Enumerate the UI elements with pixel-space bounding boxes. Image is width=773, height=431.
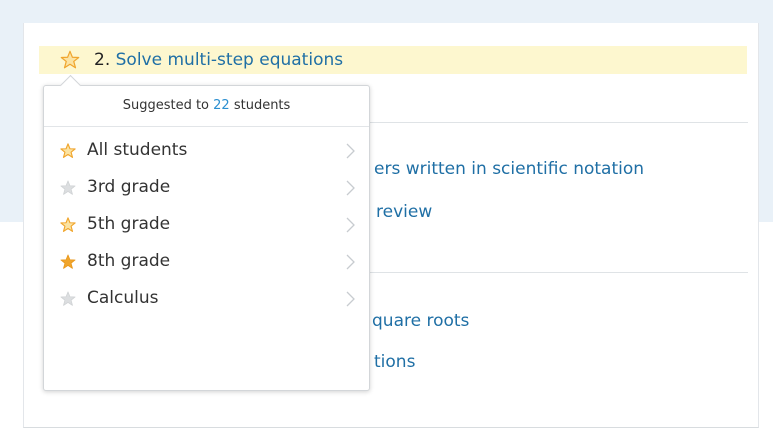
chevron-right-icon	[345, 291, 355, 307]
grade-item-calculus[interactable]: Calculus	[44, 280, 369, 317]
skill-link-partial[interactable]: ers written in scientific notation	[374, 159, 644, 179]
grade-item-label: Calculus	[87, 288, 159, 308]
chevron-right-icon	[345, 254, 355, 270]
grade-item-all-students[interactable]: All students	[44, 132, 369, 169]
suggested-suffix: students	[233, 98, 291, 113]
grade-item-label: All students	[87, 140, 188, 160]
grade-item-label: 8th grade	[87, 251, 171, 271]
grade-item-label: 3rd grade	[87, 177, 171, 197]
grade-item-3rd-grade[interactable]: 3rd grade	[44, 169, 369, 206]
section-divider	[370, 272, 748, 273]
suggest-popover: Suggested to 22 students All students 3r…	[43, 74, 370, 391]
skill-link-partial[interactable]: quare roots	[372, 311, 469, 331]
chevron-right-icon	[345, 143, 355, 159]
suggested-count: 22	[213, 98, 230, 113]
star-outline-icon[interactable]	[59, 216, 77, 234]
star-gray-icon[interactable]	[59, 179, 77, 197]
star-icon[interactable]	[59, 49, 81, 71]
suggested-prefix: Suggested to	[122, 98, 209, 113]
skill-header-row[interactable]: 2. Solve multi-step equations	[39, 46, 747, 74]
star-solid-icon[interactable]	[59, 253, 77, 271]
grade-item-label: 5th grade	[87, 214, 171, 234]
chevron-right-icon	[345, 217, 355, 233]
grade-item-5th-grade[interactable]: 5th grade	[44, 206, 369, 243]
grade-item-8th-grade[interactable]: 8th grade	[44, 243, 369, 280]
popover-header: Suggested to 22 students	[44, 86, 369, 127]
skill-link-partial[interactable]: tions	[374, 352, 415, 372]
chevron-right-icon	[345, 180, 355, 196]
star-outline-icon[interactable]	[59, 142, 77, 160]
skill-link-partial[interactable]: review	[376, 202, 432, 222]
skill-number: 2.	[94, 50, 111, 70]
star-gray-icon[interactable]	[59, 290, 77, 308]
grade-list: All students 3rd grade 5th grade 8th gra…	[44, 132, 369, 317]
skill-title[interactable]: 2. Solve multi-step equations	[94, 50, 343, 70]
section-divider	[370, 122, 748, 123]
skill-link[interactable]: Solve multi-step equations	[116, 50, 343, 70]
